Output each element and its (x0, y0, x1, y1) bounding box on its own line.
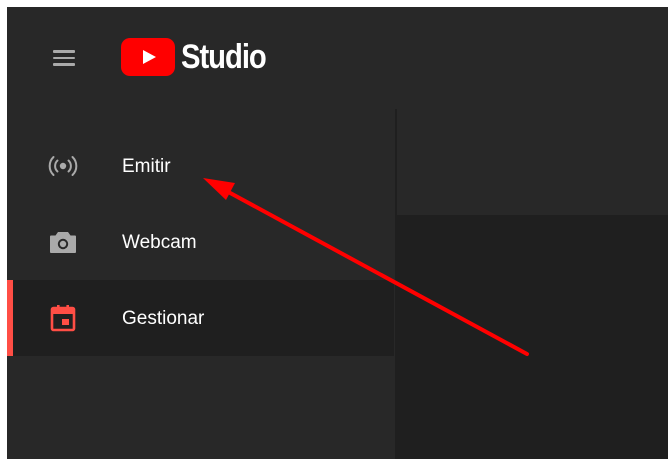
studio-window: Studio Emitir Webcam Gestionar (7, 7, 668, 459)
annotation-arrow (203, 178, 529, 356)
